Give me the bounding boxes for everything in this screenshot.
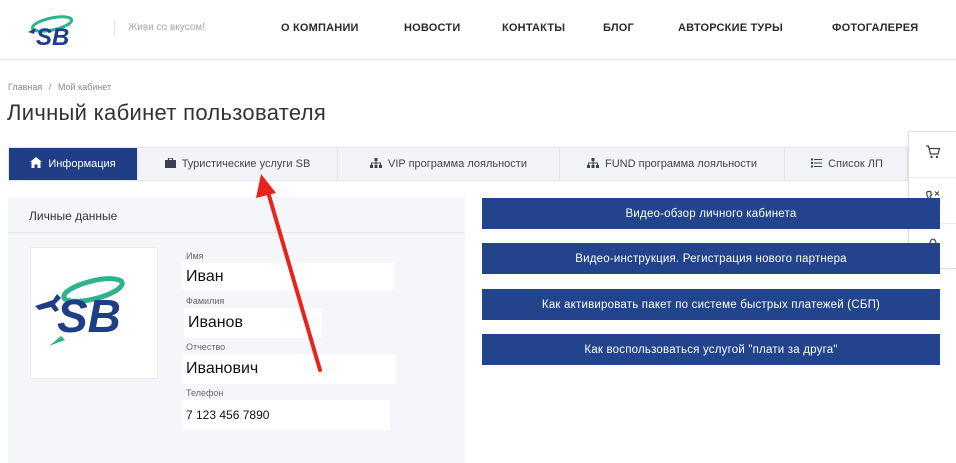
phone-field[interactable]: 7 123 456 7890 — [182, 400, 390, 430]
site-header: SB Живи со вкусом! О КОМПАНИИ НОВОСТИ КО… — [0, 0, 956, 60]
personal-data-panel: Личные данные SB Имя Иван Фамилия Иванов… — [8, 197, 465, 463]
avatar-logo: SB — [35, 276, 125, 346]
sitemap-icon — [370, 157, 383, 171]
briefcase-icon — [164, 156, 176, 171]
sbp-activation-button[interactable]: Как активировать пакет по системе быстры… — [482, 289, 940, 320]
avatar[interactable]: SB — [30, 247, 158, 379]
tab-vip-loyalty[interactable]: VIP программа лояльности — [338, 148, 560, 180]
patronymic-label: Отчество — [186, 342, 226, 352]
breadcrumb-separator: / — [48, 82, 52, 92]
tab-tourist-services[interactable]: Туристические услуги SB — [138, 148, 338, 180]
cart-icon — [925, 145, 941, 164]
cart-button[interactable] — [909, 132, 956, 178]
tab-tourist-services-label: Туристические услуги SB — [181, 158, 311, 170]
home-icon — [30, 157, 43, 171]
phone-label: Телефон — [186, 388, 224, 398]
tab-information-label: Информация — [48, 158, 116, 170]
tab-information[interactable]: Информация — [9, 148, 138, 180]
nav-blog[interactable]: БЛОГ — [603, 22, 634, 34]
patronymic-field[interactable]: Иванович — [182, 354, 396, 384]
nav-about[interactable]: О КОМПАНИИ — [281, 22, 359, 34]
tab-lp-list-label: Список ЛП — [828, 158, 883, 170]
tab-vip-loyalty-label: VIP программа лояльности — [388, 158, 527, 170]
svg-text:SB: SB — [36, 24, 69, 48]
breadcrumb: Главная / Мой кабинет — [8, 82, 111, 92]
logo[interactable]: SB — [22, 12, 86, 51]
nav-gallery[interactable]: ФОТОГАЛЕРЕЯ — [832, 22, 918, 34]
svg-text:SB: SB — [57, 290, 121, 342]
pay-for-friend-button[interactable]: Как воспользоваться услугой "плати за др… — [482, 334, 940, 365]
video-overview-button[interactable]: Видео-обзор личного кабинета — [482, 198, 940, 229]
page-title: Личный кабинет пользователя — [7, 100, 327, 125]
list-icon — [811, 158, 823, 171]
last-name-field[interactable]: Иванов — [184, 308, 322, 338]
last-name-label: Фамилия — [186, 296, 225, 306]
tab-lp-list[interactable]: Список ЛП — [785, 148, 909, 180]
personal-data-title: Личные данные — [29, 209, 118, 223]
breadcrumb-current: Мой кабинет — [57, 82, 112, 92]
sitemap-icon — [587, 157, 599, 171]
nav-news[interactable]: НОВОСТИ — [404, 22, 460, 34]
cabinet-tabs: Информация Туристические услуги SB VIP п… — [8, 147, 908, 181]
nav-contacts[interactable]: КОНТАКТЫ — [502, 22, 565, 34]
tab-fund-loyalty-label: FUND программа лояльности — [605, 158, 757, 170]
tab-fund-loyalty[interactable]: FUND программа лояльности — [560, 148, 785, 180]
breadcrumb-home[interactable]: Главная — [8, 82, 42, 92]
personal-data-header: Личные данные — [8, 197, 465, 233]
first-name-label: Имя — [186, 251, 204, 261]
logo-divider — [114, 20, 115, 38]
nav-author-tours[interactable]: АВТОРСКИЕ ТУРЫ — [678, 22, 783, 34]
video-registration-button[interactable]: Видео-инструкция. Регистрация нового пар… — [482, 243, 940, 274]
tagline: Живи со вкусом! — [128, 22, 205, 33]
first-name-field[interactable]: Иван — [182, 263, 394, 291]
